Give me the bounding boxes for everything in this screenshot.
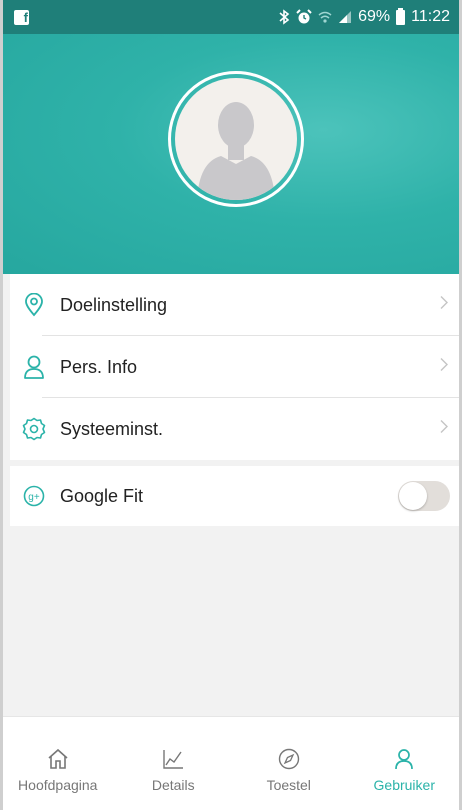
profile-header — [0, 34, 462, 274]
avatar[interactable] — [168, 71, 304, 207]
status-bar: f 69% 11:22 — [0, 0, 462, 34]
battery-percentage: 69% — [358, 8, 390, 26]
person-icon — [175, 78, 297, 200]
compass-icon — [278, 747, 300, 771]
bottom-nav: Hoofdpagina Details Toestel Gebruiker — [0, 716, 462, 811]
chevron-right-icon — [440, 358, 448, 377]
bluetooth-icon — [278, 9, 290, 25]
nav-item-hoofdpagina[interactable]: Hoofdpagina — [0, 717, 116, 811]
settings-menu: Doelinstelling Pers. Info Systeeminst. — [10, 274, 462, 460]
chart-icon — [162, 747, 184, 771]
chevron-right-icon — [440, 420, 448, 439]
menu-item-label: Pers. Info — [60, 357, 137, 378]
wifi-icon — [318, 9, 332, 25]
signal-icon — [338, 10, 352, 24]
google-fit-label: Google Fit — [60, 486, 143, 507]
svg-text:g+: g+ — [28, 492, 40, 503]
facebook-icon: f — [14, 10, 29, 25]
menu-item-label: Doelinstelling — [60, 295, 167, 316]
google-fit-row[interactable]: g+ Google Fit — [10, 466, 462, 526]
nav-item-details[interactable]: Details — [116, 717, 232, 811]
home-icon — [47, 747, 69, 771]
nav-item-gebruiker[interactable]: Gebruiker — [347, 717, 462, 811]
nav-label: Details — [152, 777, 195, 793]
nav-label: Gebruiker — [374, 777, 435, 793]
location-pin-icon — [22, 293, 46, 317]
user-icon — [393, 747, 415, 771]
user-icon — [22, 355, 46, 379]
google-plus-icon: g+ — [22, 484, 46, 508]
nav-label: Hoofdpagina — [18, 777, 97, 793]
nav-label: Toestel — [267, 777, 311, 793]
alarm-icon — [296, 9, 312, 25]
menu-item-pers-info[interactable]: Pers. Info — [10, 336, 462, 398]
gear-icon — [22, 417, 46, 441]
menu-item-systeeminst[interactable]: Systeeminst. — [10, 398, 462, 460]
toggle-knob — [399, 482, 427, 510]
clock-time: 11:22 — [411, 8, 450, 26]
menu-item-doelinstelling[interactable]: Doelinstelling — [10, 274, 462, 336]
battery-icon — [396, 10, 405, 25]
google-fit-toggle[interactable] — [398, 481, 450, 511]
chevron-right-icon — [440, 296, 448, 315]
status-icons: 69% 11:22 — [278, 8, 450, 26]
nav-item-toestel[interactable]: Toestel — [231, 717, 347, 811]
menu-item-label: Systeeminst. — [60, 419, 163, 440]
